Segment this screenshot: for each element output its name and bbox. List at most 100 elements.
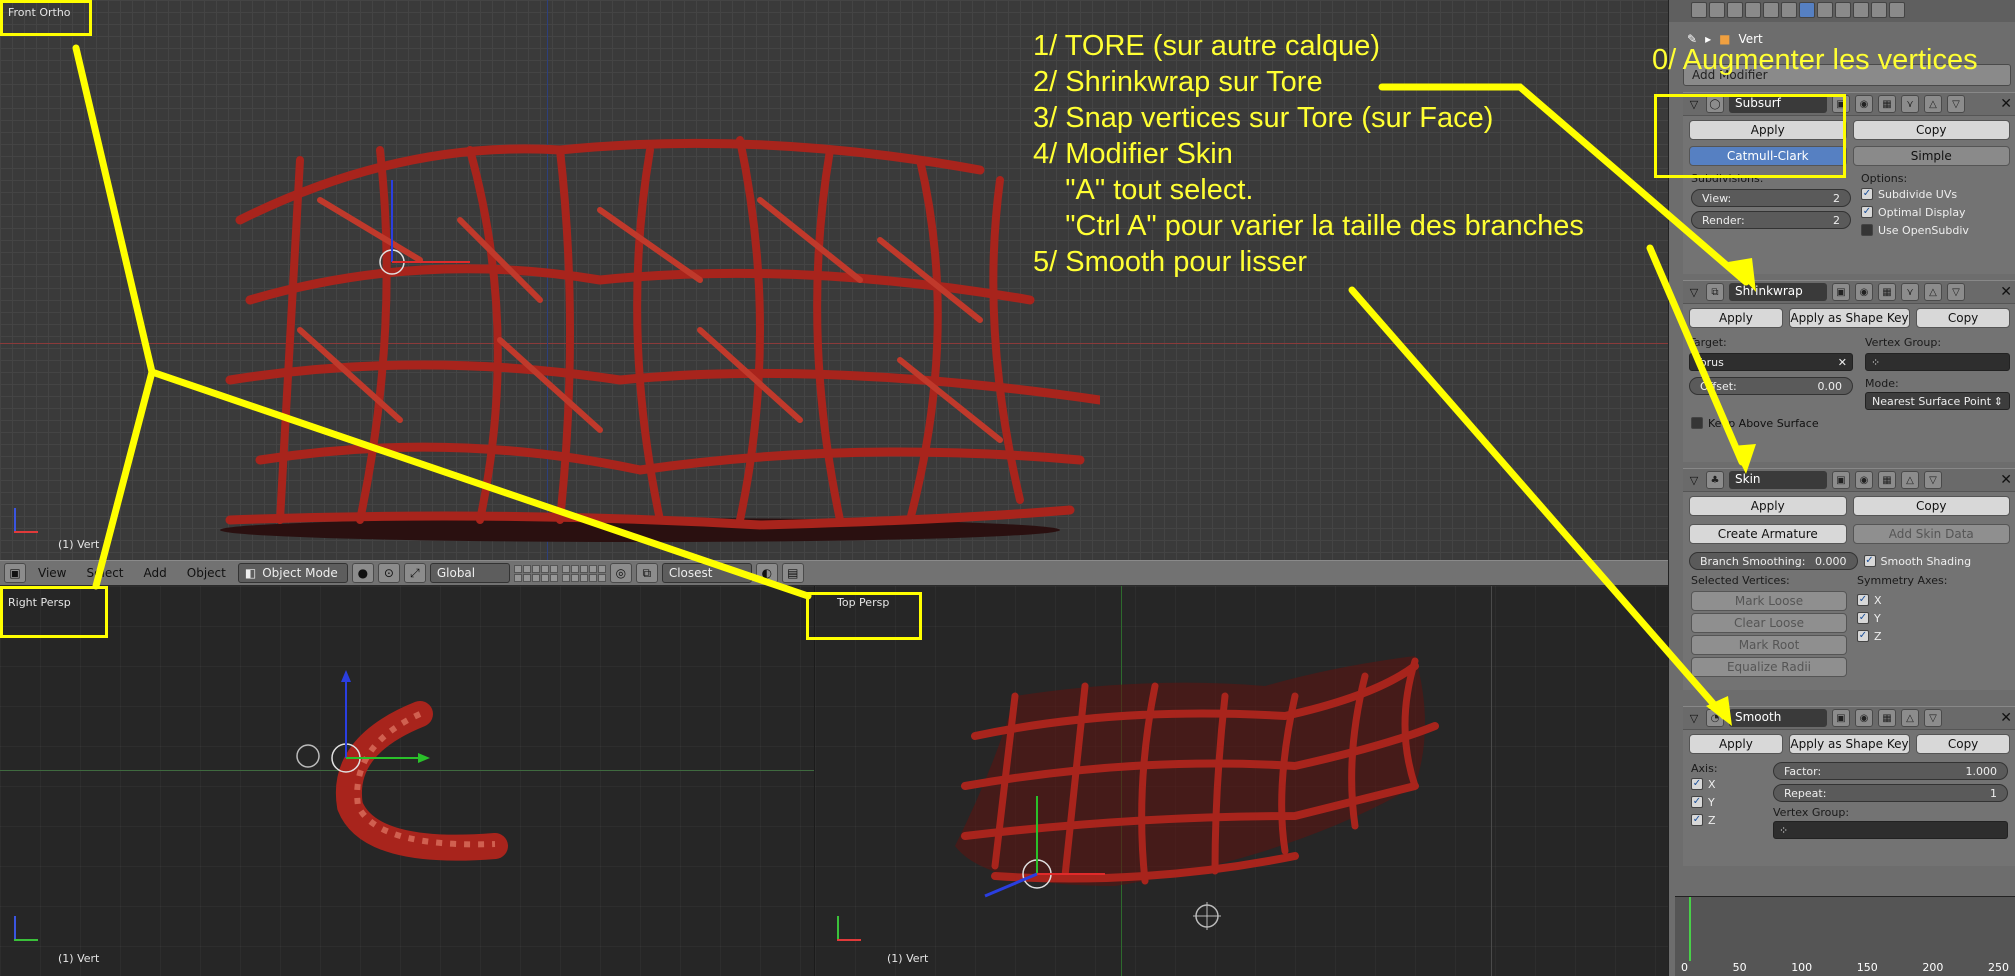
viewport-right-persp[interactable]: Right Persp (1) Vert: [0, 586, 814, 976]
mark-root-button[interactable]: Mark Root: [1691, 635, 1847, 655]
material-tab-icon[interactable]: [1835, 2, 1851, 18]
equalize-radii-button[interactable]: Equalize Radii: [1691, 657, 1847, 677]
keep-above-surface-checkbox[interactable]: ✓Keep Above Surface: [1683, 414, 2015, 432]
vertex-group-field[interactable]: ⁘: [1773, 821, 2008, 839]
proportional-edit-button[interactable]: ◎: [609, 563, 632, 583]
menu-object[interactable]: Object: [179, 566, 234, 580]
branch-smoothing-field[interactable]: Branch Smoothing: 0.000: [1689, 552, 1858, 570]
subdivide-uvs-checkbox[interactable]: ✓ Subdivide UVs: [1861, 185, 2008, 203]
move-up-icon[interactable]: △: [1924, 95, 1942, 113]
copy-button[interactable]: Copy: [1916, 734, 2010, 754]
frame-cursor[interactable]: [1689, 897, 1691, 961]
editmode-toggle-icon[interactable]: ▦: [1878, 709, 1896, 727]
collapse-triangle-icon[interactable]: ▽: [1687, 286, 1701, 299]
copy-button[interactable]: Copy: [1916, 308, 2010, 328]
manipulator-button[interactable]: ⤢: [403, 563, 426, 583]
cage-toggle-icon[interactable]: ⋎: [1901, 283, 1919, 301]
create-armature-button[interactable]: Create Armature: [1689, 524, 1847, 544]
collapse-triangle-icon[interactable]: ▽: [1687, 712, 1701, 725]
shading-button[interactable]: ●: [351, 563, 374, 583]
copy-button[interactable]: Copy: [1852, 120, 2010, 140]
viewport-toggle-icon[interactable]: ◉: [1855, 709, 1873, 727]
object-tab-icon[interactable]: [1763, 2, 1779, 18]
mark-loose-button[interactable]: Mark Loose: [1691, 591, 1847, 611]
render-toggle-icon[interactable]: ▣: [1832, 709, 1850, 727]
mode-dropdown[interactable]: Nearest Surface Point ⇕: [1865, 392, 2010, 410]
render-button[interactable]: ◐: [755, 563, 778, 583]
add-skin-data-button[interactable]: Add Skin Data: [1852, 524, 2010, 544]
editor-type-button[interactable]: ▣: [4, 563, 26, 583]
modifiers-tab-icon[interactable]: [1799, 2, 1815, 18]
viewport-toggle-icon[interactable]: ◉: [1855, 95, 1873, 113]
apply-button[interactable]: Apply: [1689, 734, 1783, 754]
constraints-tab-icon[interactable]: [1781, 2, 1797, 18]
layers-tab-icon[interactable]: [1709, 2, 1725, 18]
properties-tabs[interactable]: [1669, 0, 2015, 22]
layer-buttons[interactable]: [513, 564, 558, 582]
view-levels-field[interactable]: View: 2: [1691, 189, 1851, 207]
lattice-bowl-top[interactable]: [815, 586, 1668, 976]
render-toggle-icon[interactable]: ▣: [1832, 471, 1850, 489]
close-icon[interactable]: ✕: [2000, 96, 2012, 112]
menu-select[interactable]: Select: [78, 566, 131, 580]
target-field[interactable]: Torus ✕: [1689, 353, 1853, 371]
menu-view[interactable]: View: [30, 566, 74, 580]
move-up-icon[interactable]: △: [1901, 709, 1919, 727]
viewport-toggle-icon[interactable]: ◉: [1855, 283, 1873, 301]
snap-target-dropdown[interactable]: Closest: [661, 563, 752, 583]
modifier-name-field[interactable]: Shrinkwrap: [1729, 283, 1827, 301]
move-down-icon[interactable]: ▽: [1947, 283, 1965, 301]
factor-field[interactable]: Factor: 1.000: [1773, 762, 2008, 780]
lattice-bowl-side[interactable]: [0, 586, 814, 976]
clear-loose-button[interactable]: Clear Loose: [1691, 613, 1847, 633]
camera-icon[interactable]: ▤: [781, 563, 804, 583]
close-icon[interactable]: ✕: [2000, 472, 2012, 488]
modifier-name-field[interactable]: Skin: [1729, 471, 1827, 489]
particles-tab-icon[interactable]: [1871, 2, 1887, 18]
simple-button[interactable]: Simple: [1852, 146, 2010, 166]
viewport-top-persp[interactable]: Top Persp (1) Vert: [814, 586, 1668, 976]
render-tab-icon[interactable]: [1691, 2, 1707, 18]
render-levels-field[interactable]: Render: 2: [1691, 211, 1851, 229]
modifier-name-field[interactable]: Smooth: [1729, 709, 1827, 727]
axis-x-checkbox[interactable]: ✓ X: [1691, 775, 1761, 793]
editmode-toggle-icon[interactable]: ▦: [1878, 283, 1896, 301]
apply-shape-key-button[interactable]: Apply as Shape Key: [1788, 308, 1911, 328]
symmetry-x-checkbox[interactable]: ✓ X: [1857, 591, 2008, 609]
symmetry-y-checkbox[interactable]: ✓ Y: [1857, 609, 2008, 627]
use-opensubdiv-checkbox[interactable]: ✓Use OpenSubdiv: [1861, 221, 2008, 239]
move-down-icon[interactable]: ▽: [1924, 471, 1942, 489]
axis-y-checkbox[interactable]: ✓ Y: [1691, 793, 1761, 811]
move-down-icon[interactable]: ▽: [1947, 95, 1965, 113]
timeline[interactable]: 0 50 100 150 200 250: [1675, 896, 2015, 976]
close-icon[interactable]: ✕: [2000, 710, 2012, 726]
data-tab-icon[interactable]: [1817, 2, 1833, 18]
snap-button[interactable]: ⧉: [635, 563, 658, 583]
viewport-toggle-icon[interactable]: ◉: [1855, 471, 1873, 489]
repeat-field[interactable]: Repeat: 1: [1773, 784, 2008, 802]
vertex-group-field[interactable]: ⁘: [1865, 353, 2010, 371]
editmode-toggle-icon[interactable]: ▦: [1878, 471, 1896, 489]
world-tab-icon[interactable]: [1745, 2, 1761, 18]
layer-buttons-2[interactable]: [561, 564, 606, 582]
move-down-icon[interactable]: ▽: [1924, 709, 1942, 727]
physics-tab-icon[interactable]: [1889, 2, 1905, 18]
move-up-icon[interactable]: △: [1924, 283, 1942, 301]
collapse-triangle-icon[interactable]: ▽: [1687, 474, 1701, 487]
texture-tab-icon[interactable]: [1853, 2, 1869, 18]
apply-button[interactable]: Apply: [1689, 496, 1847, 516]
smooth-shading-checkbox[interactable]: ✓ Smooth Shading: [1863, 552, 2011, 570]
lattice-bowl-front[interactable]: [0, 0, 1100, 560]
optimal-display-checkbox[interactable]: ✓ Optimal Display: [1861, 203, 2008, 221]
apply-shape-key-button[interactable]: Apply as Shape Key: [1788, 734, 1911, 754]
orientation-dropdown[interactable]: Global: [429, 563, 510, 583]
apply-button[interactable]: Apply: [1689, 308, 1783, 328]
mode-dropdown[interactable]: ◧ Object Mode: [237, 563, 348, 583]
render-toggle-icon[interactable]: ▣: [1832, 283, 1850, 301]
editmode-toggle-icon[interactable]: ▦: [1878, 95, 1896, 113]
copy-button[interactable]: Copy: [1852, 496, 2010, 516]
scene-tab-icon[interactable]: [1727, 2, 1743, 18]
axis-z-checkbox[interactable]: ✓ Z: [1691, 811, 1761, 829]
cage-toggle-icon[interactable]: ⋎: [1901, 95, 1919, 113]
menu-add[interactable]: Add: [136, 566, 175, 580]
